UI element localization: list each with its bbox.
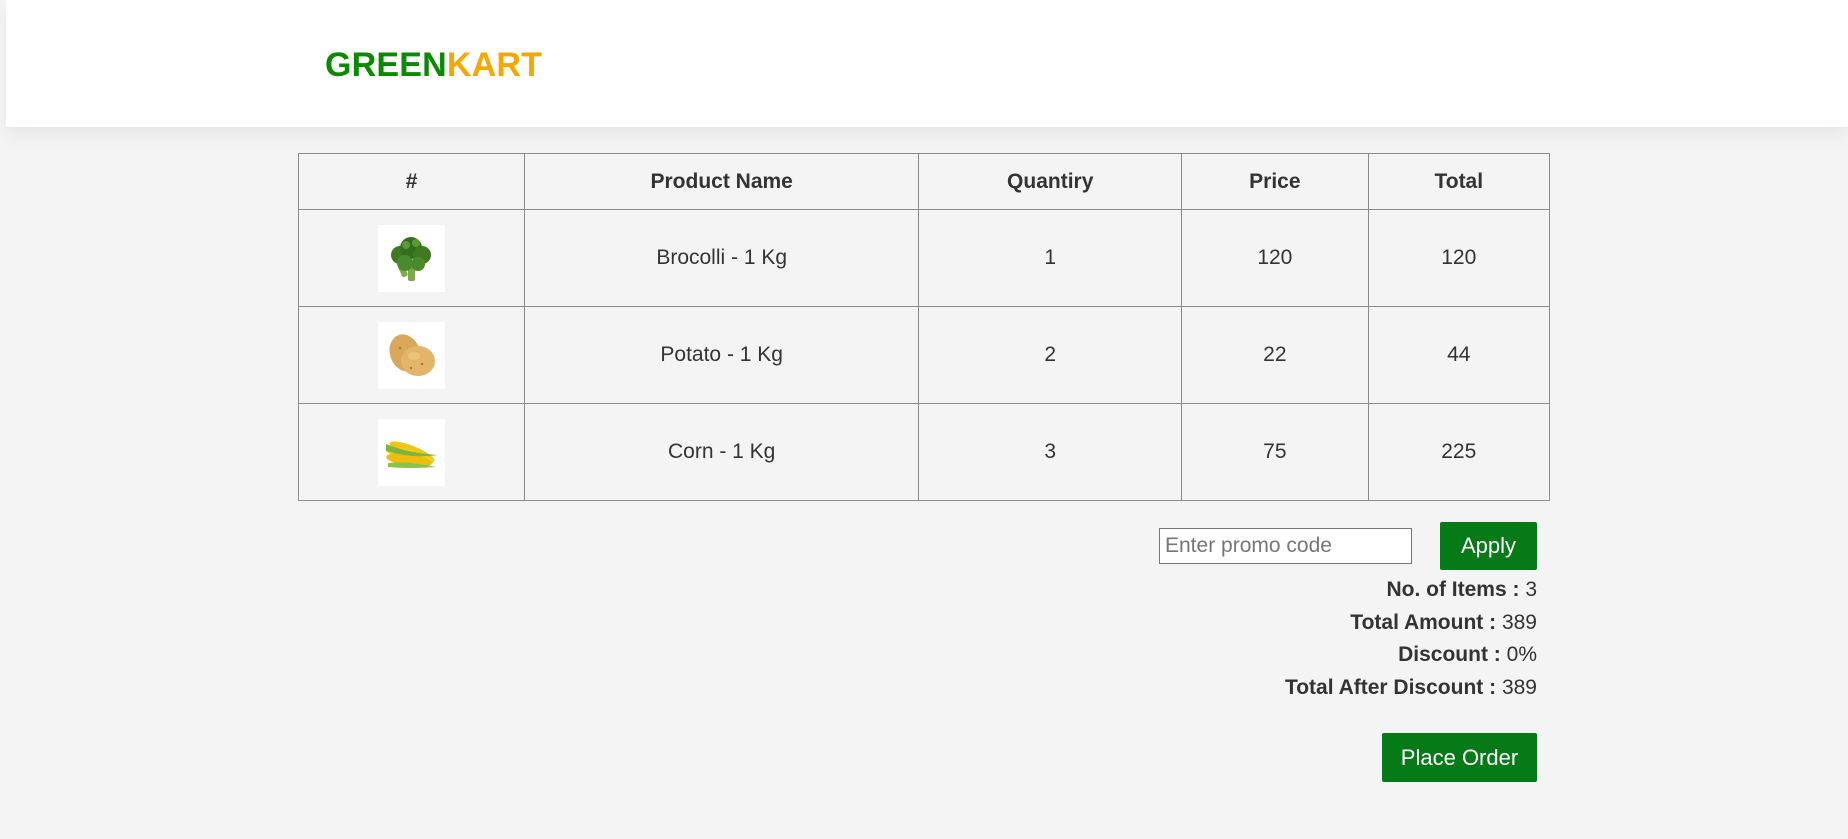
product-total: 120 xyxy=(1367,209,1551,307)
product-name: Potato - 1 Kg xyxy=(524,306,920,404)
table-header-row: # Product Name Quantiry Price Total xyxy=(297,153,1551,210)
product-quantity: 1 xyxy=(918,209,1183,307)
product-quantity: 3 xyxy=(918,403,1183,501)
header-bar: GREENKART xyxy=(6,0,1848,127)
corn-image xyxy=(378,418,446,486)
product-price: 22 xyxy=(1181,306,1369,404)
discount-value: 0% xyxy=(1506,643,1537,666)
product-image-cell xyxy=(297,306,526,404)
place-order-button[interactable]: Place Order xyxy=(1382,733,1537,782)
apply-promo-button[interactable]: Apply xyxy=(1440,522,1537,570)
items-label: No. of Items : xyxy=(1386,578,1520,601)
brand-logo[interactable]: GREENKART xyxy=(325,46,542,85)
product-image-cell xyxy=(297,209,526,307)
summary-amount-row: Total Amount : 389 xyxy=(1285,607,1537,640)
summary-after-discount-row: Total After Discount : 389 xyxy=(1285,672,1537,705)
broccoli-image xyxy=(378,224,446,292)
items-value: 3 xyxy=(1525,578,1537,601)
product-image-cell xyxy=(297,403,526,501)
product-name: Brocolli - 1 Kg xyxy=(524,209,920,307)
total-amount-value: 389 xyxy=(1501,610,1537,634)
product-total: 225 xyxy=(1367,403,1551,501)
product-price: 75 xyxy=(1181,403,1369,501)
promo-code-input[interactable] xyxy=(1159,528,1412,564)
table-row: Brocolli - 1 Kg 1 120 120 xyxy=(297,209,1551,307)
brand-logo-orange: KART xyxy=(446,46,543,84)
column-header-price: Price xyxy=(1181,153,1369,210)
total-after-discount-value: 389 xyxy=(1501,675,1537,699)
column-header-product-name: Product Name xyxy=(524,153,920,210)
brand-logo-green: GREEN xyxy=(325,46,447,84)
table-row: Potato - 1 Kg 2 22 44 xyxy=(297,306,1551,404)
discount-label: Discount : xyxy=(1398,643,1501,666)
column-header-total: Total xyxy=(1367,153,1551,210)
total-amount-label: Total Amount : xyxy=(1350,610,1497,634)
table-row: Corn - 1 Kg 3 75 225 xyxy=(297,403,1551,501)
product-quantity: 2 xyxy=(918,306,1183,404)
total-after-discount-label: Total After Discount : xyxy=(1284,675,1497,699)
summary-discount-row: Discount : 0% xyxy=(1285,639,1537,672)
product-price: 120 xyxy=(1181,209,1369,307)
potato-image xyxy=(378,321,446,389)
cart-table: # Product Name Quantiry Price Total Broc… xyxy=(297,153,1551,501)
product-name: Corn - 1 Kg xyxy=(524,403,920,501)
summary-items-row: No. of Items : 3 xyxy=(1285,574,1537,607)
column-header-index: # xyxy=(297,153,526,210)
column-header-quantity: Quantiry xyxy=(918,153,1183,210)
order-summary: No. of Items : 3 Total Amount : 389 Disc… xyxy=(1285,574,1537,704)
product-total: 44 xyxy=(1367,306,1551,404)
